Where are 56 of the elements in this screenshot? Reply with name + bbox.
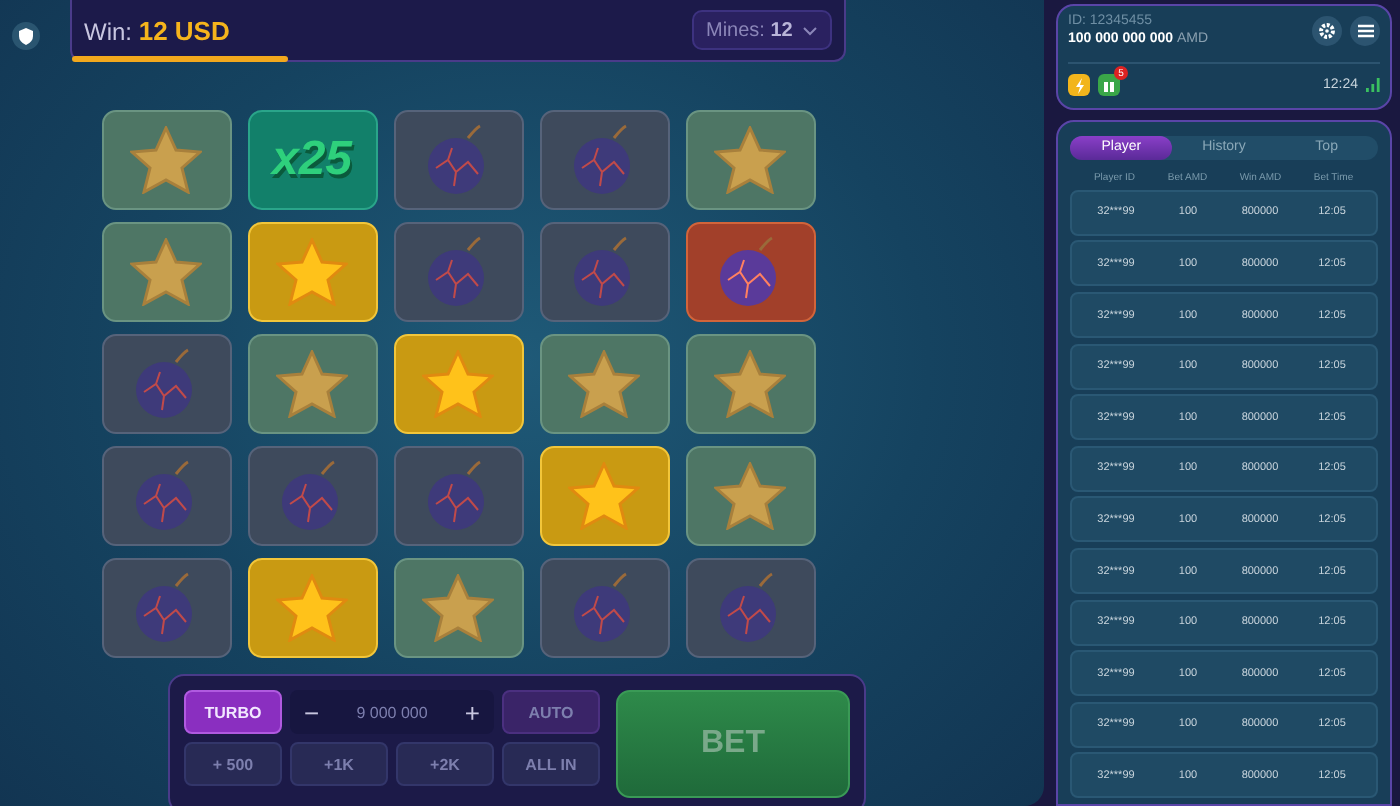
win-text: Win: 12 USD — [84, 15, 230, 45]
game-tile[interactable] — [685, 222, 815, 322]
star-icon — [568, 350, 640, 418]
star-icon — [130, 238, 202, 306]
game-tile[interactable] — [101, 558, 231, 658]
lightning-button[interactable] — [1068, 74, 1090, 96]
shield-icon[interactable] — [12, 22, 40, 50]
quick-amount-button[interactable]: ALL IN — [502, 742, 600, 786]
star-icon — [130, 126, 202, 194]
game-tile[interactable] — [685, 110, 815, 210]
quick-amount-button[interactable]: +1K — [290, 742, 388, 786]
amount-field[interactable]: − 9 000 000 + — [290, 690, 494, 734]
turbo-button[interactable]: TURBO — [184, 690, 282, 734]
menu-button[interactable] — [1350, 15, 1380, 45]
minus-button[interactable]: − — [298, 697, 326, 727]
auto-button[interactable]: AUTO — [502, 690, 600, 734]
amount-value: 9 000 000 — [356, 703, 428, 721]
game-tile[interactable] — [539, 558, 669, 658]
game-tile[interactable] — [101, 446, 231, 546]
game-tile[interactable] — [101, 334, 231, 434]
multiplier-text: x25 — [271, 132, 353, 188]
star-icon — [276, 350, 348, 418]
game-tile[interactable] — [539, 222, 669, 322]
star-icon — [276, 574, 348, 642]
game-tile[interactable] — [685, 558, 815, 658]
game-tile[interactable] — [393, 110, 523, 210]
game-tile[interactable] — [685, 334, 815, 434]
quick-amount-button[interactable]: +2K — [396, 742, 494, 786]
game-tile[interactable] — [393, 558, 523, 658]
menu-icon — [1357, 23, 1373, 37]
game-tile[interactable] — [101, 110, 231, 210]
game-tile[interactable] — [393, 446, 523, 546]
plus-button[interactable]: + — [458, 697, 486, 727]
signal-icon — [1366, 78, 1380, 92]
chevron-down-icon — [802, 25, 818, 35]
star-icon — [422, 574, 494, 642]
game-tile[interactable] — [539, 110, 669, 210]
star-icon — [714, 350, 786, 418]
game-tile[interactable] — [685, 446, 815, 546]
settings-icon — [1318, 21, 1336, 39]
bet-button[interactable]: BET — [616, 690, 850, 798]
game-tile[interactable]: x25 — [247, 110, 377, 210]
game-tile[interactable] — [247, 334, 377, 434]
game-tile[interactable] — [393, 222, 523, 322]
star-icon — [714, 462, 786, 530]
game-tile[interactable] — [247, 446, 377, 546]
mines-dropdown[interactable]: Mines: 12 — [692, 10, 832, 50]
star-icon — [714, 126, 786, 194]
game-tile[interactable] — [539, 334, 669, 434]
star-icon — [276, 238, 348, 306]
star-icon — [422, 350, 494, 418]
star-icon — [568, 462, 640, 530]
quick-amount-button[interactable]: + 500 — [184, 742, 282, 786]
lightning-icon — [1073, 77, 1085, 93]
settings-button[interactable] — [1312, 15, 1342, 45]
game-tile[interactable] — [101, 222, 231, 322]
